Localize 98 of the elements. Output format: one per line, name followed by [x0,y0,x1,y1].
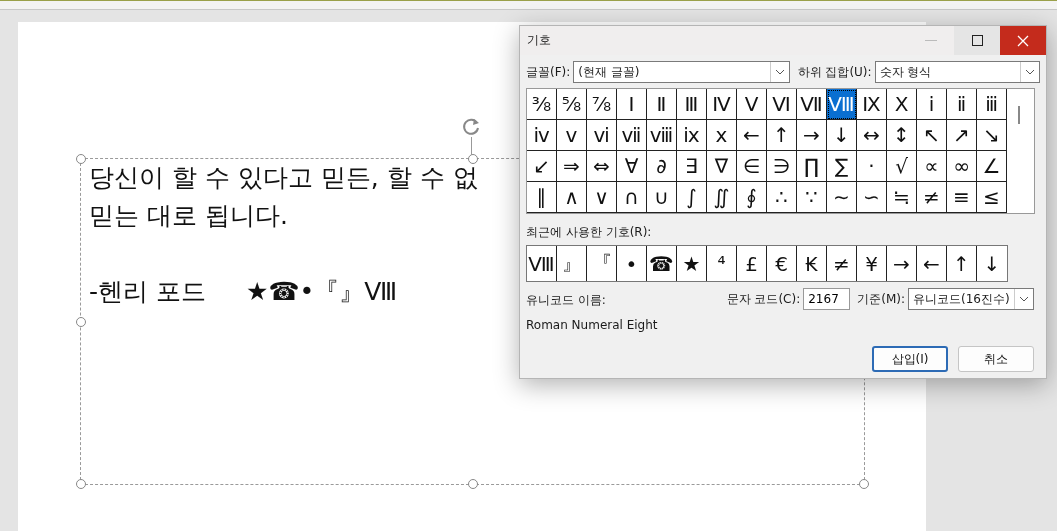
symbol-cell[interactable]: ⅷ [647,120,677,151]
minimize-icon[interactable] [925,39,937,42]
symbol-cell[interactable]: → [797,120,827,151]
symbol-cell[interactable]: ↔ [857,120,887,151]
recent-symbols-label: 최근에 사용한 기호(R): [526,224,653,241]
subset-dropdown[interactable]: 숫자 형식 [874,61,1040,83]
char-code-label: 문자 코드(C): [726,290,801,308]
symbol-cell[interactable]: ∵ [797,182,827,213]
resize-handle[interactable] [467,479,478,489]
symbol-cell[interactable]: ∃ [677,151,707,182]
symbol-cell[interactable]: ⅶ [617,120,647,151]
resize-handle[interactable] [859,479,869,489]
symbol-cell[interactable]: ∏ [797,151,827,182]
symbol-cell[interactable]: ∧ [557,182,587,213]
inserted-symbols: ★☎•『』Ⅷ [245,276,398,308]
close-button[interactable] [1000,26,1046,55]
symbol-cell[interactable]: Ⅱ [647,89,677,120]
symbol-cell[interactable]: ∫ [677,182,707,213]
symbol-cell[interactable]: ⅱ [947,89,977,120]
dialog-title: 기호 [526,32,552,49]
dropdown-caret-icon [774,69,785,75]
symbol-cell[interactable]: ∋ [767,151,797,182]
symbol-cell[interactable]: ∈ [737,151,767,182]
font-label: 글꼴(F): [526,63,571,81]
symbol-cell[interactable]: ← [737,120,767,151]
symbol-cell[interactable]: ∇ [707,151,737,182]
resize-handle[interactable] [76,154,86,164]
symbol-cell[interactable]: ∂ [647,151,677,182]
symbol-cell[interactable]: ⅹ [707,120,737,151]
font-dropdown[interactable]: (현재 글꼴) [573,61,790,83]
dialog-button[interactable]: 삽입(I) [872,346,948,372]
close-icon [1017,34,1029,47]
symbol-cell[interactable]: ∀ [617,151,647,182]
symbol-cell[interactable]: ↙ [527,151,557,182]
symbol-cell[interactable]: · [857,151,887,182]
unicode-name: Roman Numeral Eight [526,318,659,332]
symbol-cell[interactable]: ⅜ [527,89,557,120]
symbol-cell[interactable]: √ [887,151,917,182]
symbol-cell[interactable]: ∬ [707,182,737,213]
symbol-cell[interactable]: ↕ [887,120,917,151]
dropdown-caret-icon [1019,296,1029,302]
symbol-cell[interactable]: ≠ [917,182,947,213]
symbol-cell[interactable]: ⅝ [557,89,587,120]
resize-handle[interactable] [76,316,86,327]
symbol-cell[interactable]: ⅸ [677,120,707,151]
symbol-cell[interactable]: ⇒ [557,151,587,182]
recent-symbol-cell[interactable]: ☎ [647,246,677,281]
maximize-icon[interactable] [971,35,983,46]
symbol-cell[interactable]: ≤ [977,182,1007,213]
symbol-cell[interactable]: ∥ [527,182,557,213]
resize-handle[interactable] [76,479,86,489]
symbol-cell[interactable]: ⅰ [917,89,947,120]
symbol-cell[interactable]: ≒ [887,182,917,213]
dialog-button[interactable]: 취소 [958,346,1034,372]
symbol-cell[interactable]: ⇔ [587,151,617,182]
symbol-cell[interactable]: Ⅳ [707,89,737,120]
symbol-cell[interactable]: Ⅷ [827,89,857,120]
symbol-cell[interactable]: ∝ [917,151,947,182]
symbol-cell[interactable]: ↗ [947,120,977,151]
author-signature: -헨리 포드 [89,276,206,308]
symbol-cell[interactable]: ∞ [947,151,977,182]
symbol-cell[interactable]: ∠ [977,151,1007,182]
symbol-cell[interactable]: ⅳ [527,120,557,151]
unicode-name-label: 유니코드 이름: [526,292,607,309]
symbol-cell[interactable]: ∼ [827,182,857,213]
from-label: 기준(M): [857,290,905,308]
symbol-cell[interactable]: Ⅶ [797,89,827,120]
symbol-cell[interactable]: Ⅵ [767,89,797,120]
scrollbar-thumb[interactable] [1018,106,1020,124]
symbol-cell[interactable]: ⅴ [557,120,587,151]
slide-text-line: 믿는 대로 됩니다. [89,200,288,232]
symbol-cell[interactable]: ↓ [827,120,857,151]
symbol-cell[interactable]: ∑ [827,151,857,182]
symbol-cell[interactable]: Ⅹ [887,89,917,120]
subset-label: 하위 집합(U): [797,63,872,81]
recent-symbol-cell[interactable]: Ⅷ [527,246,557,281]
symbol-cell[interactable]: ⅵ [587,120,617,151]
char-code-field[interactable]: 2167 [803,288,851,310]
symbol-cell[interactable]: ∽ [857,182,887,213]
slide-text-line: 당신이 할 수 있다고 믿든, 할 수 없 [89,162,478,194]
symbol-cell[interactable]: Ⅰ [617,89,647,120]
symbol-cell[interactable]: ↑ [767,120,797,151]
symbol-cell[interactable]: Ⅸ [857,89,887,120]
resize-handle[interactable] [467,154,478,164]
symbol-cell[interactable]: ↘ [977,120,1007,151]
symbol-cell[interactable]: ∪ [647,182,677,213]
from-dropdown[interactable]: 유니코드(16진수) [908,288,1034,310]
symbol-cell[interactable]: ⅞ [587,89,617,120]
symbol-cell[interactable]: ≡ [947,182,977,213]
symbol-cell[interactable]: ∨ [587,182,617,213]
symbol-cell[interactable]: ⅲ [977,89,1007,120]
symbol-cell[interactable]: ↖ [917,120,947,151]
symbol-cell[interactable]: ∴ [767,182,797,213]
symbol-cell[interactable]: ∮ [737,182,767,213]
symbol-cell[interactable]: Ⅴ [737,89,767,120]
symbol-cell[interactable]: ∩ [617,182,647,213]
symbol-cell[interactable]: Ⅲ [677,89,707,120]
dropdown-caret-icon [1025,69,1035,75]
